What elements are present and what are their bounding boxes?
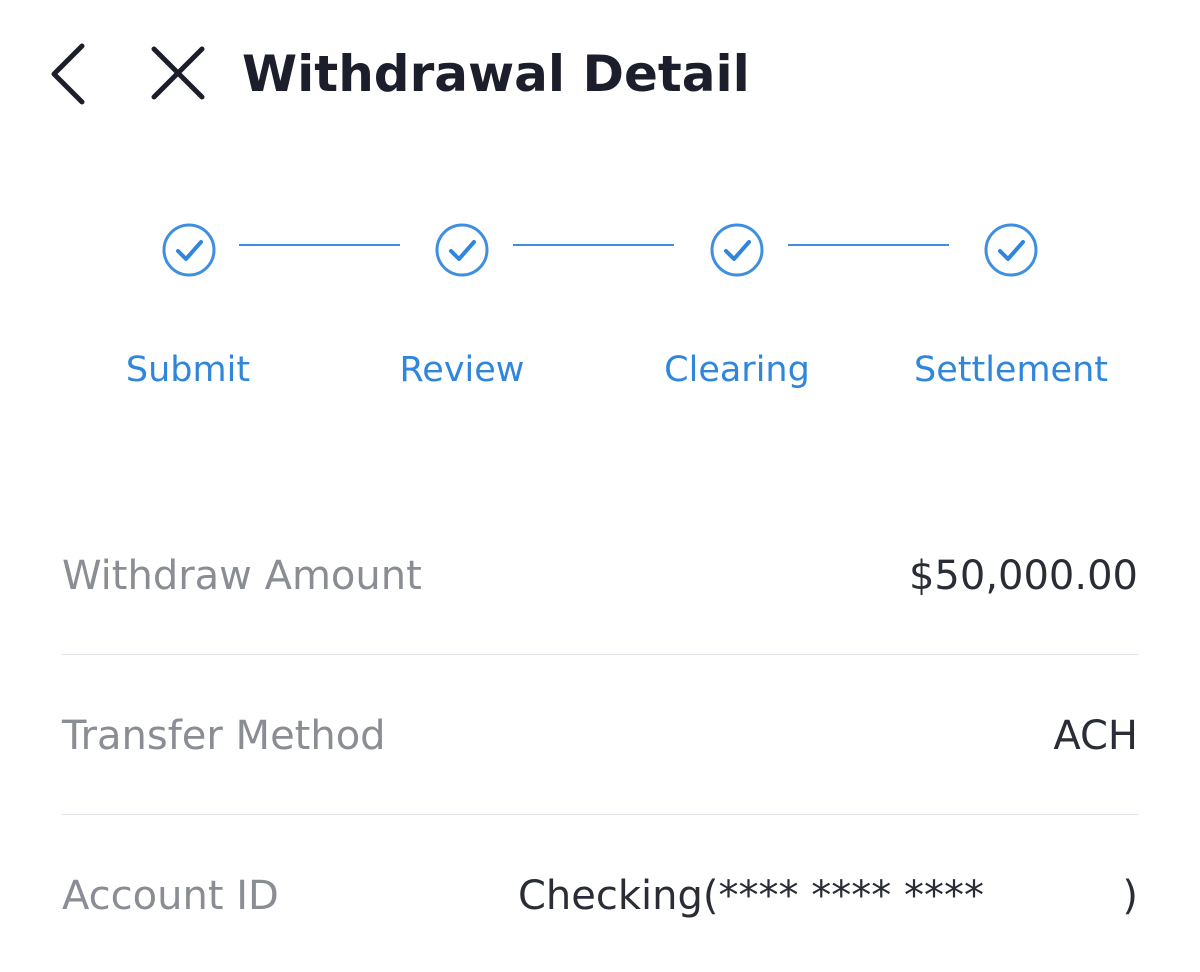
row-divider [62, 654, 1138, 655]
withdraw-amount-value: $50,000.00 [908, 553, 1138, 599]
transfer-method-label: Transfer Method [62, 713, 386, 759]
step-label-settlement: Settlement [914, 350, 1108, 390]
row-divider [62, 814, 1138, 815]
step-label-review: Review [399, 350, 525, 390]
transfer-method-row: Transfer Method ACH [62, 696, 1138, 776]
withdraw-amount-row: Withdraw Amount $50,000.00 [62, 536, 1138, 616]
account-id-value-end: ) [1122, 873, 1138, 919]
account-id-label: Account ID [62, 873, 279, 919]
step-check-icon-review [435, 223, 489, 277]
step-label-submit: Submit [125, 350, 251, 390]
step-connector [513, 244, 674, 246]
step-label-clearing: Clearing [664, 350, 810, 390]
step-check-icon-settlement [984, 223, 1038, 277]
step-check-icon-clearing [710, 223, 764, 277]
step-connector [239, 244, 400, 246]
progress-stepper: Submit Review Clearing Settlement [0, 0, 1200, 440]
withdrawal-detail-screen: Withdrawal Detail Submit Review Clearing… [0, 0, 1200, 972]
step-connector [788, 244, 949, 246]
account-id-value: Checking(**** **** **** [518, 873, 984, 919]
step-check-icon-submit [162, 223, 216, 277]
transfer-method-value: ACH [1053, 713, 1138, 759]
account-id-row: Account ID Checking(**** **** **** ) [62, 856, 1138, 936]
withdraw-amount-label: Withdraw Amount [62, 553, 422, 599]
